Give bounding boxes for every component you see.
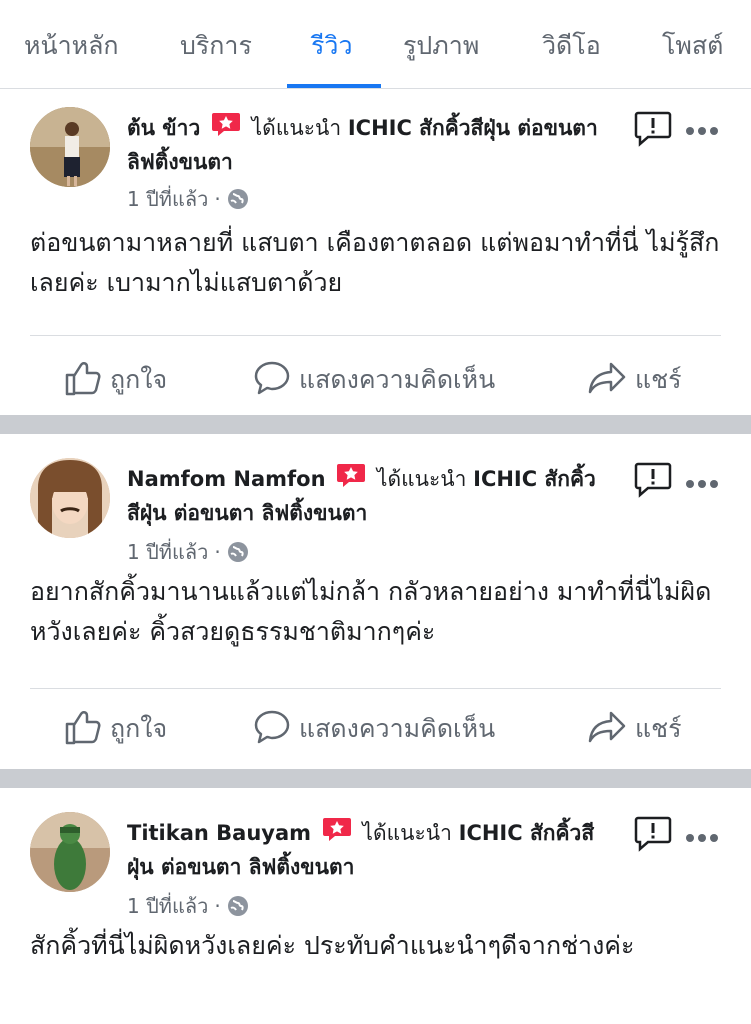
comment-label: แสดงความคิดเห็น [299,365,496,394]
globe-icon [227,188,249,215]
tab-posts[interactable]: โพสต์ [662,26,723,66]
avatar[interactable] [30,107,110,187]
post-header: ต้น ข้าว ได้แนะนำ ICHIC สักคิ้วสีฝุ่น ต่… [127,111,602,178]
post-time[interactable]: 1 ปีที่แล้ว [127,894,208,918]
post-meta: 1 ปีที่แล้ว · [127,890,249,922]
share-label: แชร์ [635,365,682,394]
thumbs-up-icon [65,362,101,396]
feedback-flag-icon[interactable] [634,462,672,502]
avatar[interactable] [30,458,110,538]
review-post: Namfom Namfon ได้แนะนำ ICHIC สักคิ้วสีฝุ… [0,434,751,769]
comment-button[interactable]: แสดงความคิดเห็น [253,708,495,749]
share-icon [588,362,626,394]
tab-photos[interactable]: รูปภาพ [403,26,479,66]
recommend-star-icon [322,816,352,851]
globe-icon [227,541,249,568]
more-dots-icon[interactable] [685,121,719,140]
divider [30,688,721,689]
recommend-star-icon [211,111,241,146]
recommend-label: ได้แนะนำ [376,467,467,491]
tab-bar: หน้าหลัก บริการ รีวิว รูปภาพ วิดีโอ โพสต… [0,0,751,89]
post-separator [0,769,751,788]
active-tab-indicator [287,84,381,88]
recommend-star-icon [336,462,366,497]
tab-home[interactable]: หน้าหลัก [24,26,119,66]
like-button[interactable]: ถูกใจ [64,359,167,400]
comment-label: แสดงความคิดเห็น [299,714,496,743]
post-time[interactable]: 1 ปีที่แล้ว [127,540,208,564]
post-text: สักคิ้วที่นี่ไม่ผิดหวังเลยค่ะ ประทับคำแน… [30,931,635,960]
post-header: Namfom Namfon ได้แนะนำ ICHIC สักคิ้วสีฝุ… [127,462,602,529]
share-label: แชร์ [635,714,682,743]
review-post: Titikan Bauyam ได้แนะนำ ICHIC สักคิ้วสีฝ… [0,788,751,1024]
like-label: ถูกใจ [110,365,168,394]
avatar[interactable] [30,812,110,892]
more-dots-icon[interactable] [685,828,719,847]
post-text: ต่อขนตามาหลายที่ แสบตา เคืองตาตลอด แต่พอ… [30,228,720,297]
feedback-flag-icon[interactable] [634,816,672,856]
tab-reviews[interactable]: รีวิว [311,26,353,66]
post-meta: 1 ปีที่แล้ว · [127,536,249,568]
post-header: Titikan Bauyam ได้แนะนำ ICHIC สักคิ้วสีฝ… [127,816,602,883]
share-button[interactable]: แชร์ [587,359,682,400]
comment-button[interactable]: แสดงความคิดเห็น [253,359,495,400]
recommend-label: ได้แนะนำ [251,116,342,140]
like-button[interactable]: ถูกใจ [64,708,167,749]
post-text: อยากสักคิ้วมานานแล้วแต่ไม่กล้า กลัวหลายอ… [30,577,712,646]
comment-icon [254,361,290,395]
thumbs-up-icon [65,711,101,745]
more-dots-icon[interactable] [685,474,719,493]
post-time[interactable]: 1 ปีที่แล้ว [127,187,208,211]
tab-videos[interactable]: วิดีโอ [542,26,601,66]
like-label: ถูกใจ [110,714,168,743]
feedback-flag-icon[interactable] [634,111,672,151]
globe-icon [227,895,249,922]
tab-services[interactable]: บริการ [180,26,252,66]
post-separator [0,415,751,434]
author-name[interactable]: Namfom Namfon [127,467,326,491]
comment-icon [254,710,290,744]
author-name[interactable]: ต้น ข้าว [127,116,200,140]
share-icon [588,711,626,743]
share-button[interactable]: แชร์ [587,708,682,749]
recommend-label: ได้แนะนำ [362,821,452,845]
review-post: ต้น ข้าว ได้แนะนำ ICHIC สักคิ้วสีฝุ่น ต่… [0,89,751,415]
author-name[interactable]: Titikan Bauyam [127,821,311,845]
divider [30,335,721,336]
post-meta: 1 ปีที่แล้ว · [127,183,249,215]
